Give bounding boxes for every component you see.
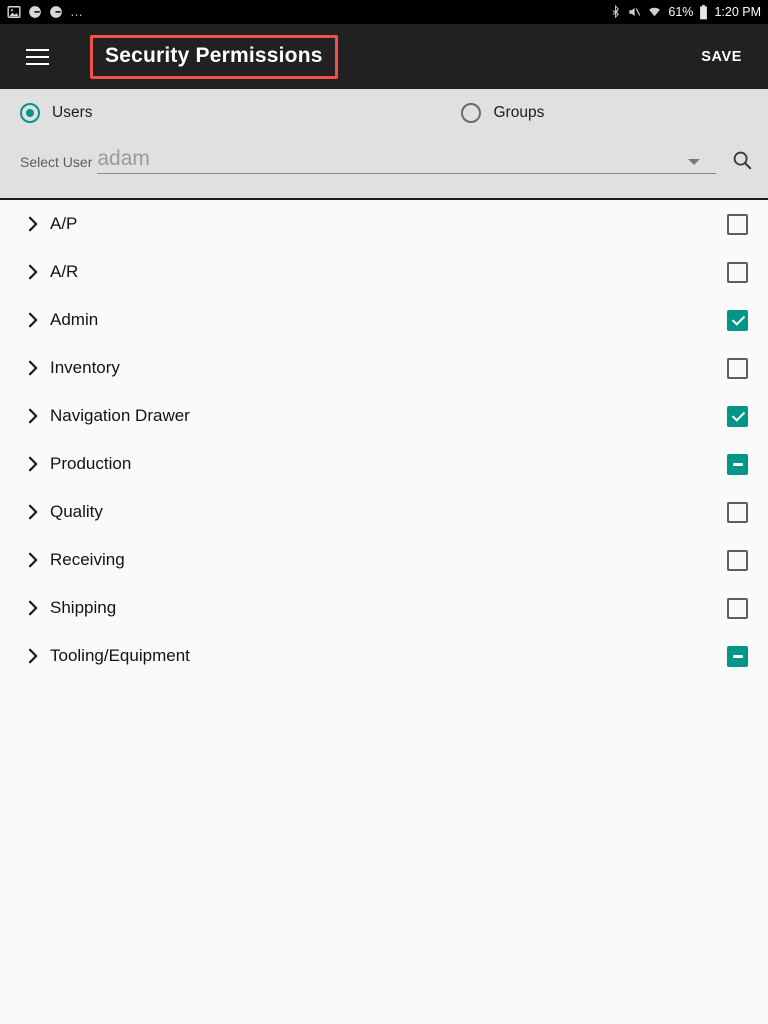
chevron-right-icon[interactable] [28, 264, 46, 280]
permission-label: A/R [50, 262, 79, 281]
permission-checkbox[interactable] [727, 453, 748, 475]
permission-checkbox[interactable] [727, 405, 748, 427]
permissions-list: A/P A/R Admin Inventory Navigation Drawer Pro… [0, 200, 768, 680]
chevron-down-icon [688, 159, 700, 165]
permission-label: A/P [50, 214, 78, 233]
permission-label: Tooling/Equipment [50, 646, 190, 665]
table-row[interactable]: Inventory [0, 344, 768, 392]
chevron-right-icon[interactable] [28, 600, 46, 616]
app-root: … 61% 1:20 PM Security Permissions SAVE … [0, 0, 768, 1024]
battery-percent-label: 61% [668, 5, 694, 19]
status-bar-left: … [7, 5, 84, 19]
permission-checkbox[interactable] [727, 597, 748, 619]
chevron-right-icon[interactable] [28, 408, 46, 424]
permission-checkbox[interactable] [727, 261, 748, 283]
permission-checkbox[interactable] [727, 213, 748, 235]
chevron-right-icon[interactable] [28, 504, 46, 520]
permission-checkbox[interactable] [727, 645, 748, 667]
table-row[interactable]: Shipping [0, 584, 768, 632]
status-bar-right: 61% 1:20 PM [610, 4, 761, 20]
permission-label: Production [50, 454, 132, 473]
permission-checkbox[interactable] [727, 357, 748, 379]
select-user-row: Select User adam [0, 123, 768, 174]
status-bar: … 61% 1:20 PM [0, 0, 768, 24]
table-row[interactable]: Admin [0, 296, 768, 344]
radio-users-icon [20, 103, 40, 123]
image-icon [7, 5, 21, 19]
clock-label: 1:20 PM [714, 5, 761, 19]
permission-label: Admin [50, 310, 99, 329]
app-bar: Security Permissions SAVE [0, 24, 768, 89]
chevron-right-icon[interactable] [28, 312, 46, 328]
permission-label: Inventory [50, 358, 120, 377]
permission-label: Navigation Drawer [50, 406, 190, 425]
select-user-label: Select User [20, 154, 93, 170]
bluetooth-icon [610, 4, 621, 20]
permission-label: Quality [50, 502, 103, 521]
battery-icon [699, 4, 708, 20]
permission-checkbox[interactable] [727, 309, 748, 331]
notification-icon [28, 5, 42, 19]
volume-mute-icon [627, 5, 641, 19]
permission-label: Receiving [50, 550, 125, 569]
table-row[interactable]: Navigation Drawer [0, 392, 768, 440]
page-title-highlight: Security Permissions [90, 34, 338, 79]
radio-groups-label: Groups [493, 104, 545, 121]
chevron-right-icon[interactable] [28, 216, 46, 232]
notification-icon [49, 5, 63, 19]
selection-panel: Users Groups Select User adam [0, 89, 768, 200]
table-row[interactable]: Tooling/Equipment [0, 632, 768, 680]
permission-label: Shipping [50, 598, 117, 617]
save-button[interactable]: SAVE [693, 41, 750, 73]
radio-users-label: Users [52, 104, 93, 121]
chevron-right-icon[interactable] [28, 360, 46, 376]
radio-groups[interactable]: Groups [461, 103, 544, 123]
table-row[interactable]: A/R [0, 248, 768, 296]
scope-radio-group: Users Groups [0, 89, 768, 123]
wifi-icon [647, 6, 662, 19]
chevron-right-icon[interactable] [28, 552, 46, 568]
radio-groups-icon [461, 103, 482, 123]
table-row[interactable]: Receiving [0, 536, 768, 584]
table-row[interactable]: Quality [0, 488, 768, 536]
hamburger-menu-icon[interactable] [17, 37, 57, 77]
status-overflow-indicator: … [70, 4, 84, 19]
chevron-right-icon[interactable] [28, 456, 46, 472]
permission-checkbox[interactable] [727, 501, 748, 523]
table-row[interactable]: Production [0, 440, 768, 488]
search-icon[interactable] [722, 140, 762, 180]
chevron-right-icon[interactable] [28, 648, 46, 664]
table-row[interactable]: A/P [0, 200, 768, 248]
radio-users[interactable]: Users [20, 103, 92, 123]
select-user-dropdown[interactable]: adam [97, 146, 716, 174]
page-title: Security Permissions [105, 43, 323, 67]
permission-checkbox[interactable] [727, 549, 748, 571]
select-user-value: adam [97, 146, 150, 170]
